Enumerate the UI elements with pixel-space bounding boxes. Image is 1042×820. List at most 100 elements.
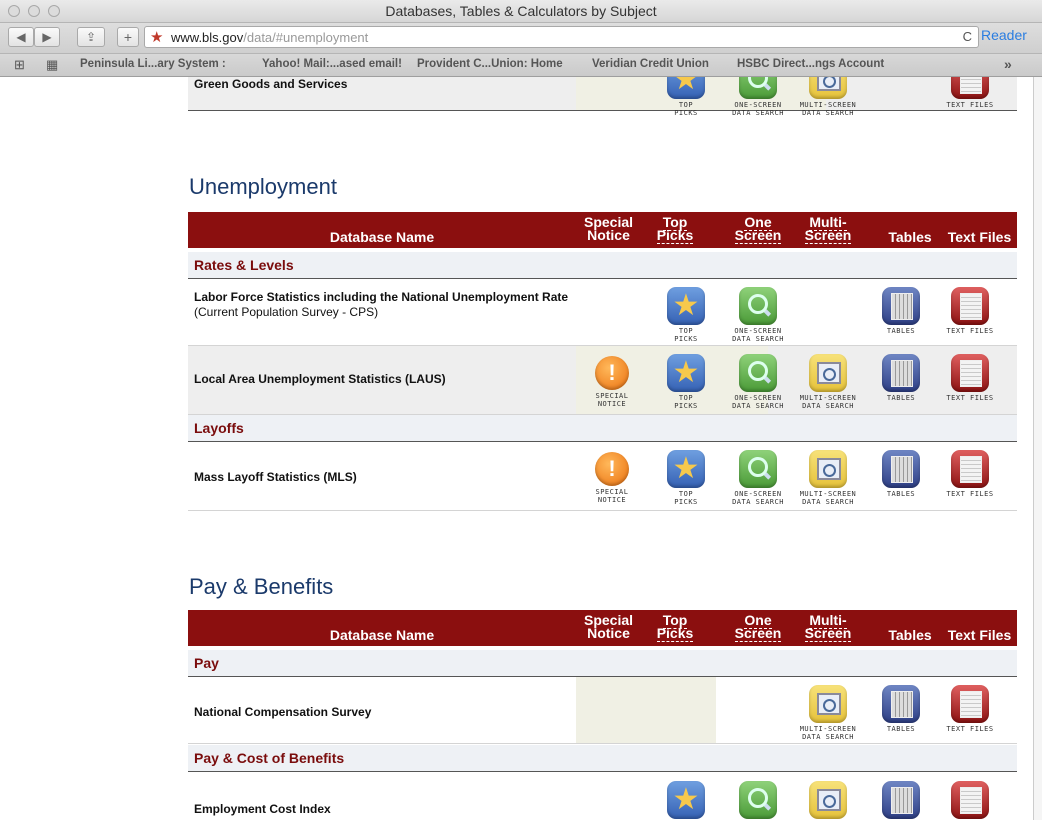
star-icon: [667, 781, 705, 819]
bookmark-item[interactable]: Provident C...Union: Home: [417, 58, 563, 70]
bookmark-item[interactable]: HSBC Direct...ngs Account: [737, 58, 884, 70]
bookmark-item[interactable]: Yahoo! Mail:...ased email!: [262, 58, 402, 70]
group-header-cost-benefits: Pay & Cost of Benefits: [188, 745, 1017, 772]
site-favicon-icon: ★: [150, 29, 164, 46]
one-screen-link[interactable]: [722, 781, 794, 819]
text-files-link[interactable]: TEXT FILES: [934, 685, 1006, 733]
multi-screen-link[interactable]: MULTI-SCREEN DATA SEARCH: [792, 450, 864, 506]
multi-screen-link[interactable]: [792, 781, 864, 819]
tables-link[interactable]: TABLES: [865, 287, 937, 335]
top-picks-link[interactable]: TOP PICKS: [650, 77, 722, 117]
col-tables: Tables: [888, 627, 932, 643]
col-multi-screen[interactable]: Multi-Screen: [792, 612, 864, 642]
top-picks-link[interactable]: TOP PICKS: [650, 287, 722, 343]
col-tables: Tables: [888, 229, 932, 245]
one-screen-link[interactable]: ONE-SCREEN DATA SEARCH: [722, 354, 794, 410]
table-icon: [882, 354, 920, 392]
group-header-layoffs: Layoffs: [188, 415, 1017, 442]
tables-link[interactable]: [865, 781, 937, 819]
address-bar[interactable]: ★ www.bls.gov/data/#unemployment C: [144, 26, 979, 48]
text-file-icon: [951, 450, 989, 488]
tables-link[interactable]: TABLES: [865, 450, 937, 498]
row-name[interactable]: Labor Force Statistics including the Nat…: [194, 290, 574, 320]
section-title-pay-benefits: Pay & Benefits: [189, 574, 334, 599]
back-button[interactable]: ◀: [8, 27, 34, 47]
top-picks-link[interactable]: [650, 781, 722, 819]
multi-screen-icon: [809, 354, 847, 392]
table-row-ncs: National Compensation Survey MULTI-SCREE…: [188, 677, 1017, 744]
table-icon: [882, 685, 920, 723]
multi-screen-icon: [809, 450, 847, 488]
col-one-screen[interactable]: One Screen: [722, 612, 794, 642]
top-picks-link[interactable]: TOP PICKS: [650, 354, 722, 410]
address-url: www.bls.gov/data/#unemployment: [171, 30, 369, 45]
multi-screen-icon: [809, 781, 847, 819]
tables-link[interactable]: TABLES: [865, 685, 937, 733]
share-button[interactable]: ⇪: [77, 27, 105, 47]
magnifier-icon: [739, 354, 777, 392]
forward-button[interactable]: ▶: [34, 27, 60, 47]
magnifier-icon: [739, 77, 777, 99]
top-sites-icon[interactable]: ▦: [46, 57, 58, 73]
multi-screen-icon: [809, 685, 847, 723]
reload-icon[interactable]: C: [963, 29, 972, 44]
col-multi-screen[interactable]: Multi-Screen: [792, 214, 864, 244]
add-bookmark-button[interactable]: +: [117, 27, 139, 47]
col-database-name: Database Name: [329, 627, 435, 643]
group-header-rates-levels: Rates & Levels: [188, 252, 1017, 279]
col-special-notice: Special Notice: [583, 612, 634, 641]
bookmarks-bar: ⊞ ▦ Peninsula Li...ary System : Yahoo! M…: [0, 54, 1042, 77]
row-name[interactable]: Employment Cost Index: [194, 802, 331, 817]
reading-list-icon[interactable]: ⊞: [14, 57, 25, 73]
star-icon: [667, 354, 705, 392]
table-icon: [882, 450, 920, 488]
table-row-green-goods: Green Goods and Services TOP PICKS ONE-S…: [188, 77, 1017, 117]
magnifier-icon: [739, 450, 777, 488]
bookmarks-overflow-icon[interactable]: »: [1004, 56, 1012, 72]
col-database-name: Database Name: [329, 229, 435, 245]
col-text-files: Text Files: [947, 627, 1012, 643]
table-header-unemployment: Database Name Special Notice Top Picks O…: [188, 212, 1017, 248]
text-file-icon: [951, 354, 989, 392]
special-notice-link[interactable]: SPECIAL NOTICE: [576, 356, 648, 408]
col-one-screen[interactable]: One Screen: [722, 214, 794, 244]
text-file-icon: [951, 685, 989, 723]
tables-link[interactable]: TABLES: [865, 354, 937, 402]
text-file-icon: [951, 287, 989, 325]
star-icon: [667, 287, 705, 325]
row-name[interactable]: Local Area Unemployment Statistics (LAUS…: [194, 372, 446, 387]
group-header-pay: Pay: [188, 650, 1017, 677]
one-screen-link[interactable]: ONE-SCREEN DATA SEARCH: [722, 77, 794, 117]
text-files-link[interactable]: [934, 781, 1006, 819]
text-files-link[interactable]: TEXT FILES: [934, 287, 1006, 335]
star-icon: [667, 450, 705, 488]
text-file-icon: [951, 781, 989, 819]
text-files-link[interactable]: TEXT FILES: [934, 77, 1006, 109]
magnifier-icon: [739, 781, 777, 819]
one-screen-link[interactable]: ONE-SCREEN DATA SEARCH: [722, 287, 794, 343]
row-name[interactable]: Mass Layoff Statistics (MLS): [194, 470, 357, 485]
multi-screen-link[interactable]: MULTI-SCREEN DATA SEARCH: [792, 685, 864, 741]
warning-icon: [595, 356, 629, 390]
col-top-picks[interactable]: Top Picks: [650, 612, 700, 642]
top-picks-link[interactable]: TOP PICKS: [650, 450, 722, 506]
table-row-lfs: Labor Force Statistics including the Nat…: [188, 279, 1017, 346]
reader-button[interactable]: Reader: [981, 27, 1027, 43]
table-icon: [882, 287, 920, 325]
window-title: Databases, Tables & Calculators by Subje…: [385, 3, 657, 19]
bookmark-item[interactable]: Peninsula Li...ary System :: [80, 58, 226, 70]
multi-screen-icon: [809, 77, 847, 99]
special-notice-link[interactable]: SPECIAL NOTICE: [576, 452, 648, 504]
row-name[interactable]: Green Goods and Services: [194, 77, 347, 92]
page-right-edge: [1033, 77, 1042, 820]
multi-screen-link[interactable]: MULTI-SCREEN DATA SEARCH: [792, 354, 864, 410]
text-files-link[interactable]: TEXT FILES: [934, 450, 1006, 498]
bookmark-item[interactable]: Veridian Credit Union: [592, 58, 709, 70]
row-name[interactable]: National Compensation Survey: [194, 705, 371, 720]
one-screen-link[interactable]: ONE-SCREEN DATA SEARCH: [722, 450, 794, 506]
text-files-link[interactable]: TEXT FILES: [934, 354, 1006, 402]
table-row-eci: Employment Cost Index: [188, 773, 1017, 820]
multi-screen-link[interactable]: MULTI-SCREEN DATA SEARCH: [792, 77, 864, 117]
col-top-picks[interactable]: Top Picks: [650, 214, 700, 244]
table-row-laus: Local Area Unemployment Statistics (LAUS…: [188, 346, 1017, 415]
